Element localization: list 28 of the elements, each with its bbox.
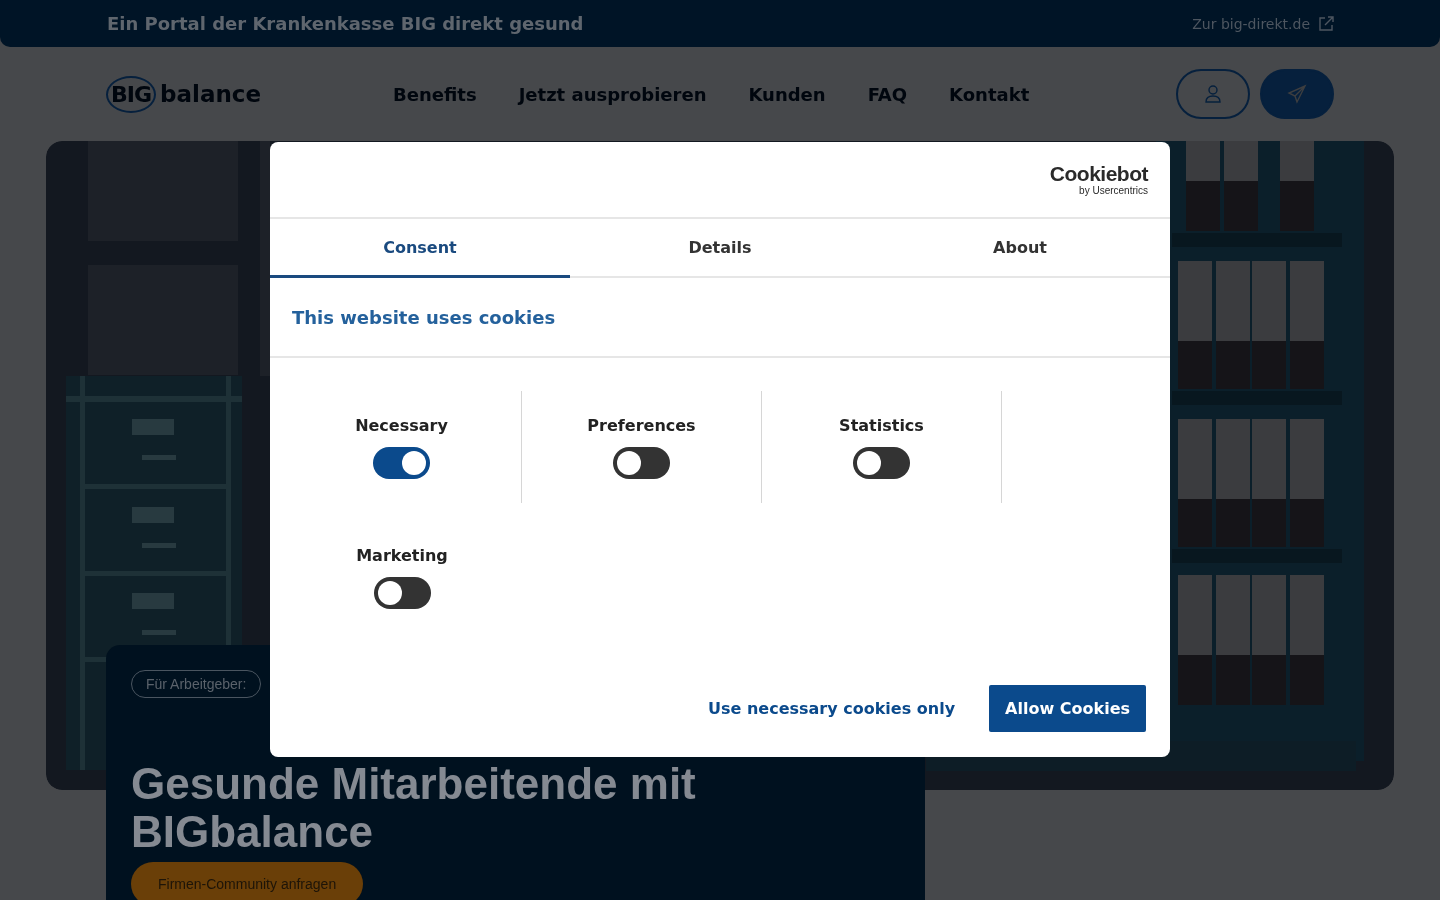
external-link[interactable]: Zur big-direkt.de [1192,15,1334,32]
toggle-switch[interactable] [613,446,670,479]
toggle-switch[interactable] [373,576,431,609]
nav-link[interactable]: Kontakt [949,83,1030,105]
toggle-switch[interactable] [373,446,430,479]
allow-button[interactable]: Allow Cookies [989,685,1146,732]
dialog-title: This website uses cookies [292,306,556,328]
category-label: Preferences [587,415,696,435]
category-label: Statistics [839,415,924,435]
brand-logo: Cookiebot by Usercentrics [1049,163,1148,196]
cta-button[interactable]: Firmen-Community anfragen [131,862,364,900]
tab[interactable]: About [870,219,1170,278]
toggle-switch[interactable] [853,446,910,479]
external-link-icon [1318,15,1334,32]
user-icon [1203,84,1223,104]
category-label: Necessary [355,415,448,435]
category-label: Marketing [356,545,448,565]
nav-link[interactable]: Jetzt ausprobieren [518,83,707,105]
tab[interactable]: Details [570,219,870,278]
paper-plane-icon [1287,84,1307,104]
tagline: Ein Portal der Krankenkasse BIG direkt gesund [107,13,584,34]
nav-link[interactable]: Benefits [393,83,477,105]
nav-link[interactable]: FAQ [867,83,908,105]
hero-headline: Gesunde Mitarbeitende mit BIGbalance [131,760,697,856]
logo[interactable]: BIG balance [106,75,393,113]
nav-link[interactable]: Kunden [748,83,826,105]
necessary-only-button[interactable]: Use necessary cookies only [708,699,956,718]
tab[interactable]: Consent [270,219,570,278]
